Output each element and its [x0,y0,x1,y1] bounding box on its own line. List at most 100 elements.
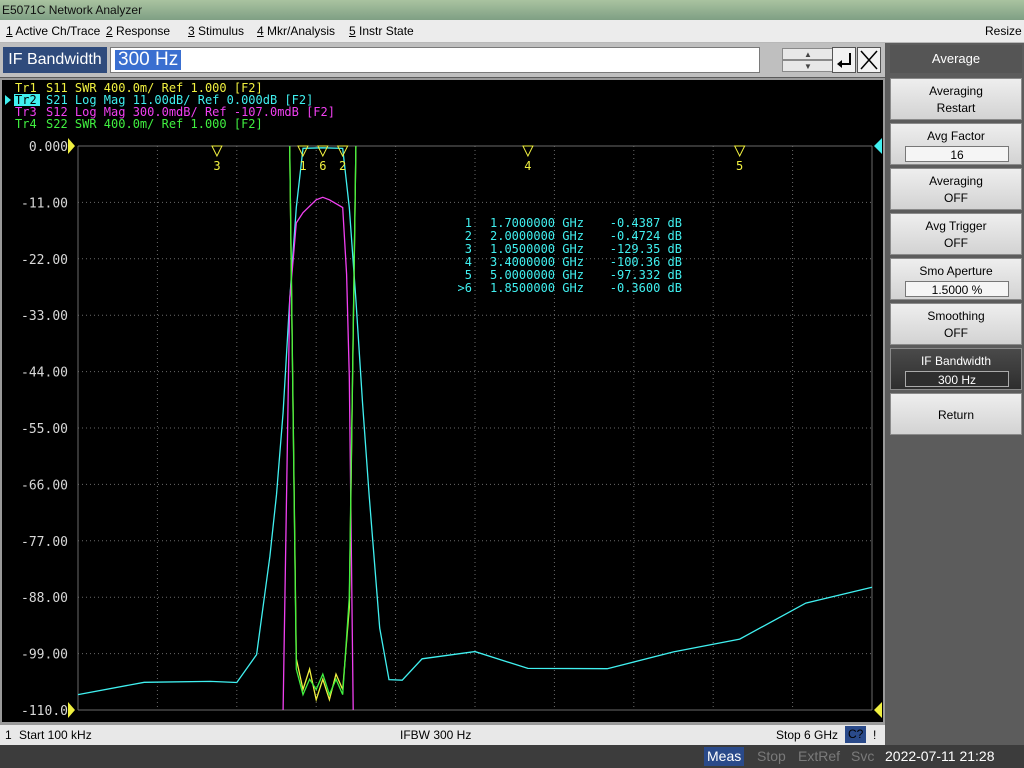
ifbw-status[interactable]: IFBW 300 Hz [400,728,471,742]
trace-description: S22 SWR 400.0m/ Ref 1.000 [F2] [46,117,263,131]
trace-plot[interactable]: 0.000 -11.00 -22.00 -33.00 -44.00 -55.00 -66.0… [2,80,883,722]
entry-value: 300 Hz [115,50,182,70]
menu-label: Instr State [359,24,414,38]
marker-triangle [211,145,223,158]
warning-icon: ! [873,728,877,742]
softkey-label: Averaging [929,174,983,188]
softkey-label: IF Bandwidth [920,354,992,368]
marker-value: -97.332 dB [610,268,682,282]
menu-label: Active Ch/Trace [15,24,101,38]
marker-label: 3 [213,159,220,173]
marker-number: 3 [465,242,472,256]
ref-arrow-icon [68,702,75,718]
marker-label: 1 [299,159,306,173]
averaging-restart-button[interactable]: Averaging Restart [890,78,1022,120]
active-trace-icon [5,95,11,105]
menu-stimulus[interactable]: 3 Stimulus [188,24,244,38]
marker-number: 5 [465,268,472,282]
spin-down-button[interactable]: ▼ [782,60,834,72]
avg-trigger-button[interactable]: Avg Trigger OFF [890,213,1022,255]
marker-label: 5 [736,159,743,173]
softkey-label: Smoothing [927,309,985,323]
meas-indicator: Meas [704,747,745,766]
softkey-value: OFF [944,191,968,205]
marker-triangle [733,145,746,158]
trace-display[interactable]: 0.000 -11.00 -22.00 -33.00 -44.00 -55.00 -66.0… [0,78,885,724]
stop-indicator: Stop [757,748,786,764]
smo-aperture-button[interactable]: Smo Aperture 1.5000 % [890,258,1022,300]
menu-label: Response [116,24,171,38]
marker-value: -129.35 dB [610,242,682,256]
stop-frequency[interactable]: Stop 6 GHz [776,728,838,742]
menu-instr-state[interactable]: 5 Instr State [349,24,414,38]
resize-button[interactable]: Resize [985,24,1022,38]
instrument-status-bar: Meas Stop ExtRef Svc 2022-07-11 21:28 [0,745,1024,768]
marker-number: 1 [465,216,472,230]
menu-label: Stimulus [198,24,245,38]
marker-label: 6 [319,159,326,173]
marker-frequency: 1.0500000 GHz [490,242,584,256]
ref-arrow-icon [874,138,882,154]
entry-input[interactable]: 300 Hz [110,47,760,73]
y-tick-label: -55.00 [21,422,68,437]
softkey-value: 1.5000 % [905,281,1009,297]
start-frequency[interactable]: Start 100 kHz [19,728,92,742]
enter-icon[interactable] [832,47,856,73]
menu-bar: 1 Active Ch/Trace 2 Response 3 Stimulus … [0,20,1024,43]
menu-key: 4 [257,24,264,38]
marker-frequency: 5.0000000 GHz [490,268,584,282]
menu-mkr-analysis[interactable]: 4 Mkr/Analysis [257,24,335,38]
y-tick-label: -22.00 [21,253,68,268]
menu-response[interactable]: 2 Response [106,24,170,38]
close-icon[interactable] [857,47,881,73]
marker-value: -0.4724 dB [610,229,682,243]
if-bandwidth-button[interactable]: IF Bandwidth 300 Hz [890,348,1022,390]
softkey-value: 300 Hz [905,371,1009,387]
entry-bar: IF Bandwidth 300 Hz ▲ ▼ [0,43,885,77]
graticule [77,145,873,711]
cal-status-badge[interactable]: C? [845,726,867,743]
ref-arrow-icon [68,138,75,154]
softkey-label: Smo Aperture [919,264,993,278]
marker-value: -100.36 dB [610,255,682,269]
y-tick-label: -33.00 [21,309,68,324]
marker-number: >6 [458,281,472,295]
marker-label: 2 [339,159,346,173]
menu-key: 3 [188,24,195,38]
marker-value: -0.4387 dB [610,216,682,230]
averaging-toggle-button[interactable]: Averaging OFF [890,168,1022,210]
menu-active-ch-trace[interactable]: 1 Active Ch/Trace [6,24,100,38]
entry-label: IF Bandwidth [3,47,107,73]
softkey-value: OFF [944,326,968,340]
y-tick-label: 0.000 [29,140,68,155]
y-tick-label: -88.00 [21,591,68,606]
marker-frequency: 1.8500000 GHz [490,281,584,295]
return-button[interactable]: Return [890,393,1022,435]
trace-id: Tr4 [15,117,37,131]
smoothing-toggle-button[interactable]: Smoothing OFF [890,303,1022,345]
y-tick-label: -110.0 [21,704,68,719]
svc-indicator: Svc [851,748,875,764]
marker-triangle [522,145,534,158]
window-title: E5071C Network Analyzer [2,3,143,17]
date-time: 2022-07-11 21:28 [885,748,995,764]
y-tick-label: -11.00 [21,196,68,211]
spin-up-button[interactable]: ▲ [782,48,834,60]
marker-table: 1 1.7000000 GHz -0.4387 dB 2 2.0000000 GHz -0… [458,216,682,295]
status-bar: 1 Start 100 kHz IFBW 300 Hz Stop 6 GHz C… [0,724,885,745]
y-tick-label: -77.00 [21,535,68,550]
softkey-label: Averaging [929,84,983,98]
softkey-value: 16 [905,146,1009,162]
y-tick-label: -99.00 [21,648,68,663]
extref-indicator: ExtRef [798,748,841,764]
marker-label: 4 [524,159,531,173]
marker-number: 4 [465,255,472,269]
menu-key: 5 [349,24,356,38]
menu-label: Mkr/Analysis [267,24,336,38]
ref-arrow-icon [874,702,882,718]
avg-factor-button[interactable]: Avg Factor 16 [890,123,1022,165]
marker-number: 2 [465,229,472,243]
menu-key: 1 [6,24,13,38]
trace-line-s11 [289,145,357,703]
marker-frequency: 2.0000000 GHz [490,229,584,243]
